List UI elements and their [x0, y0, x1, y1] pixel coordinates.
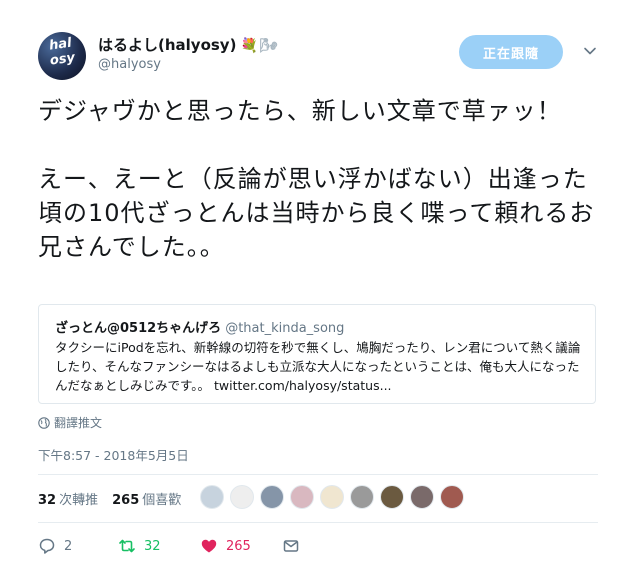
liker-avatar[interactable]: [290, 485, 314, 509]
retweet-stat[interactable]: 32 次轉推: [38, 489, 98, 508]
retweet-button[interactable]: 32: [118, 535, 161, 557]
following-button[interactable]: 正在跟隨: [459, 35, 563, 69]
bouquet-icon: 💐: [240, 38, 258, 54]
envelope-icon: [283, 540, 299, 552]
quoted-tweet-body: タクシーにiPodを忘れ、新幹線の切符を秒で無くし、鳩胸だったり、レン君について…: [55, 338, 585, 395]
liker-avatar[interactable]: [200, 485, 224, 509]
tweet-card: hal osy はるよし(halyosy) 💐 🌬 @halyosy 正在跟隨 デジ…: [0, 0, 636, 582]
chevron-down-icon[interactable]: [583, 44, 597, 58]
direct-message-button[interactable]: [282, 535, 300, 557]
retweet-stat-label: 次轉推: [59, 493, 99, 508]
author-avatar[interactable]: hal osy: [38, 32, 86, 80]
author-display-name[interactable]: はるよし(halyosy) 💐 🌬: [98, 34, 278, 55]
author-name-text: はるよし(halyosy): [98, 36, 237, 54]
like-stat[interactable]: 265 個喜歡: [112, 489, 181, 508]
quoted-author-handle: @that_kinda_song: [225, 321, 345, 336]
liker-avatar[interactable]: [350, 485, 374, 509]
quoted-author-name: ざっとん@0512ちゃんげろ: [55, 321, 222, 336]
quoted-tweet-link[interactable]: twitter.com/halyosy/status...: [214, 378, 392, 393]
tweet-stats: 32 次轉推 265 個喜歡: [38, 489, 181, 508]
globe-icon: [38, 416, 50, 429]
tweet-text: デジャヴかと思ったら、新しい文章で草ァッ！ えー、えーと（反論が思い浮かばない）…: [38, 97, 595, 261]
liker-avatar[interactable]: [440, 485, 464, 509]
liker-avatars: [200, 485, 464, 509]
retweet-icon: [119, 539, 135, 553]
reply-icon: [39, 538, 55, 554]
liker-avatar[interactable]: [380, 485, 404, 509]
avatar-logo: hal osy: [48, 35, 76, 69]
liker-avatar[interactable]: [260, 485, 284, 509]
like-count: 265: [226, 538, 251, 554]
liker-avatar[interactable]: [230, 485, 254, 509]
translate-tweet-link[interactable]: 翻譯推文: [38, 414, 102, 431]
retweet-stat-count: 32: [38, 493, 57, 508]
reply-count: 2: [64, 538, 73, 554]
like-button[interactable]: 265: [200, 535, 251, 557]
like-stat-count: 265: [112, 493, 140, 508]
quoted-tweet-header: ざっとん@0512ちゃんげろ @that_kinda_song: [55, 317, 344, 336]
wind-icon: 🌬: [259, 38, 278, 54]
reply-button[interactable]: 2: [38, 535, 72, 557]
retweet-count: 32: [144, 538, 161, 554]
translate-label: 翻譯推文: [54, 416, 103, 430]
divider: [38, 522, 598, 523]
quoted-tweet[interactable]: ざっとん@0512ちゃんげろ @that_kinda_song タクシーにiPod…: [38, 304, 596, 404]
divider: [38, 474, 598, 475]
tweet-timestamp[interactable]: 下午8:57 - 2018年5月5日: [38, 445, 189, 464]
heart-icon: [201, 539, 217, 553]
author-handle[interactable]: @halyosy: [98, 57, 161, 72]
liker-avatar[interactable]: [410, 485, 434, 509]
liker-avatar[interactable]: [320, 485, 344, 509]
like-stat-label: 個喜歡: [142, 493, 182, 508]
